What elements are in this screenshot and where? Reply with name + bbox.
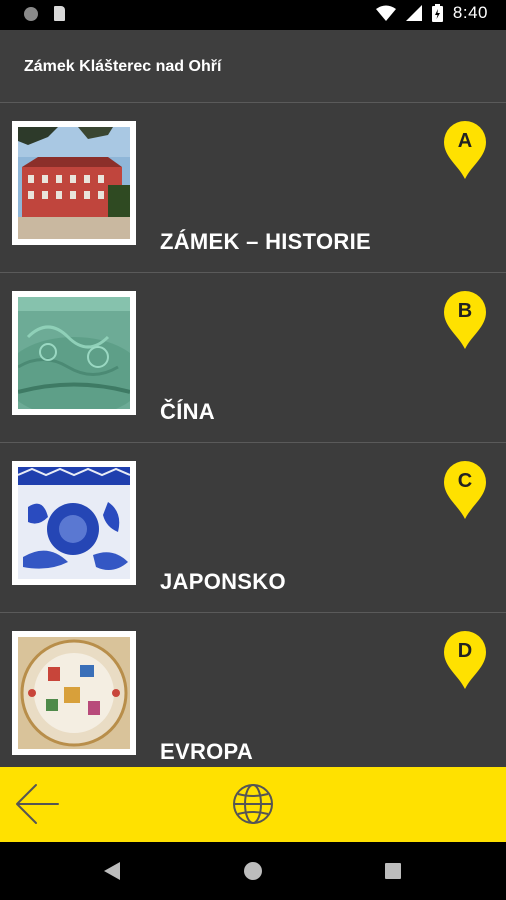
list-item[interactable]: JAPONSKO C <box>0 443 506 613</box>
back-arrow-icon[interactable] <box>14 783 60 825</box>
painted-plate-photo <box>18 637 130 749</box>
blue-porcelain-photo <box>18 467 130 579</box>
item-label: JAPONSKO <box>160 569 286 594</box>
status-bar: 8:40 <box>0 0 506 30</box>
pin-marker-icon: D <box>444 631 486 689</box>
celadon-vase-photo <box>18 297 130 409</box>
list-item[interactable]: ZÁMEK – HISTORIE A <box>0 103 506 273</box>
nav-back-icon[interactable] <box>104 862 120 880</box>
globe-icon[interactable] <box>231 782 275 826</box>
pin-letter: C <box>457 470 473 492</box>
item-thumbnail <box>12 631 136 755</box>
section-list[interactable]: ZÁMEK – HISTORIE A ČÍNA B JAPONSKO C EVR… <box>0 103 506 767</box>
signal-icon <box>405 5 422 21</box>
pin-letter: B <box>457 300 473 322</box>
nav-home-icon[interactable] <box>244 862 262 880</box>
page-title: Zámek Klášterec nad Ohří <box>24 58 222 75</box>
app-header: Zámek Klášterec nad Ohří <box>0 30 506 103</box>
status-time: 8:40 <box>452 3 488 22</box>
pin-marker-icon: B <box>444 291 486 349</box>
item-thumbnail <box>12 461 136 585</box>
pin-marker-icon: A <box>444 121 486 179</box>
sd-card-icon <box>54 6 65 21</box>
system-nav-bar <box>0 842 506 900</box>
item-label: EVROPA <box>160 739 254 764</box>
list-item[interactable]: EVROPA D <box>0 613 506 767</box>
pin-marker-icon: C <box>444 461 486 519</box>
item-thumbnail <box>12 121 136 245</box>
castle-photo <box>18 127 130 239</box>
wifi-icon <box>375 5 396 21</box>
item-label: ČÍNA <box>160 399 215 424</box>
nav-recents-icon[interactable] <box>385 863 401 879</box>
item-label: ZÁMEK – HISTORIE <box>160 229 371 254</box>
bottom-toolbar <box>0 767 506 842</box>
list-item[interactable]: ČÍNA B <box>0 273 506 443</box>
battery-icon <box>431 4 443 22</box>
item-thumbnail <box>12 291 136 415</box>
pin-letter: A <box>457 130 473 152</box>
pin-letter: D <box>457 640 473 662</box>
notification-dot-icon <box>24 6 38 21</box>
